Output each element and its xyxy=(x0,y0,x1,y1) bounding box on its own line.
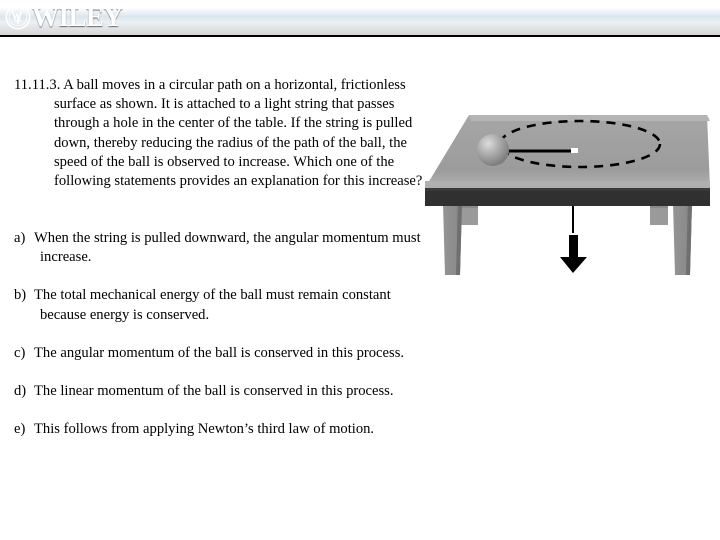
ball xyxy=(477,134,509,166)
diagram-canvas xyxy=(425,115,710,275)
choice-text-a: When the string is pulled downward, the … xyxy=(34,230,421,266)
question-text: A ball moves in a circular path on a hor… xyxy=(54,77,423,190)
choice-marker-a: a) xyxy=(14,230,26,246)
table-front-right-leg xyxy=(673,203,692,275)
answer-choice-b[interactable]: b) The total mechanical energy of the bal… xyxy=(14,286,434,324)
choice-marker-e: e) xyxy=(14,421,26,438)
choice-marker-c: c) xyxy=(14,344,26,361)
table-edge-band xyxy=(425,187,710,206)
choice-marker-d: d) xyxy=(14,383,27,400)
header-banner: WILEY xyxy=(0,0,720,37)
question-number: 11.11.3. xyxy=(14,77,61,93)
answer-choice-list: a) When the string is pulled downward, th… xyxy=(14,229,434,458)
table-back-right-leg xyxy=(650,203,668,225)
wiley-seal-icon xyxy=(5,4,31,30)
answer-choice-c[interactable]: c) The angular momentum of the ball is co… xyxy=(14,344,434,363)
choice-text-b: The total mechanical energy of the ball … xyxy=(34,287,391,323)
answer-choice-e[interactable]: e) This follows from applying Newton’s th… xyxy=(14,420,434,439)
wiley-brand-logo: WILEY xyxy=(5,1,123,33)
question-text-wrapper: 11.11.3. A ball moves in a circular path… xyxy=(14,76,434,191)
question-block: 11.11.3. A ball moves in a circular path… xyxy=(14,76,434,191)
center-hole xyxy=(571,148,578,153)
choice-text-c: The angular momentum of the ball is cons… xyxy=(34,344,405,361)
downward-pull-arrow xyxy=(560,206,587,273)
answer-choice-a[interactable]: a) When the string is pulled downward, th… xyxy=(14,229,434,267)
answer-choice-d[interactable]: d) The linear momentum of the ball is con… xyxy=(14,382,434,401)
slide-content: 11.11.3. A ball moves in a circular path… xyxy=(0,37,720,540)
table-front-left-leg xyxy=(443,203,462,275)
table-with-orbiting-ball-diagram xyxy=(425,107,720,282)
choice-text-d: The linear momentum of the ball is conse… xyxy=(34,383,394,400)
choice-marker-b: b) xyxy=(14,287,27,304)
wiley-wordmark: WILEY xyxy=(32,1,123,32)
table-back-left-leg xyxy=(460,203,478,225)
choice-text-e: This follows from applying Newton’s thir… xyxy=(34,421,375,438)
